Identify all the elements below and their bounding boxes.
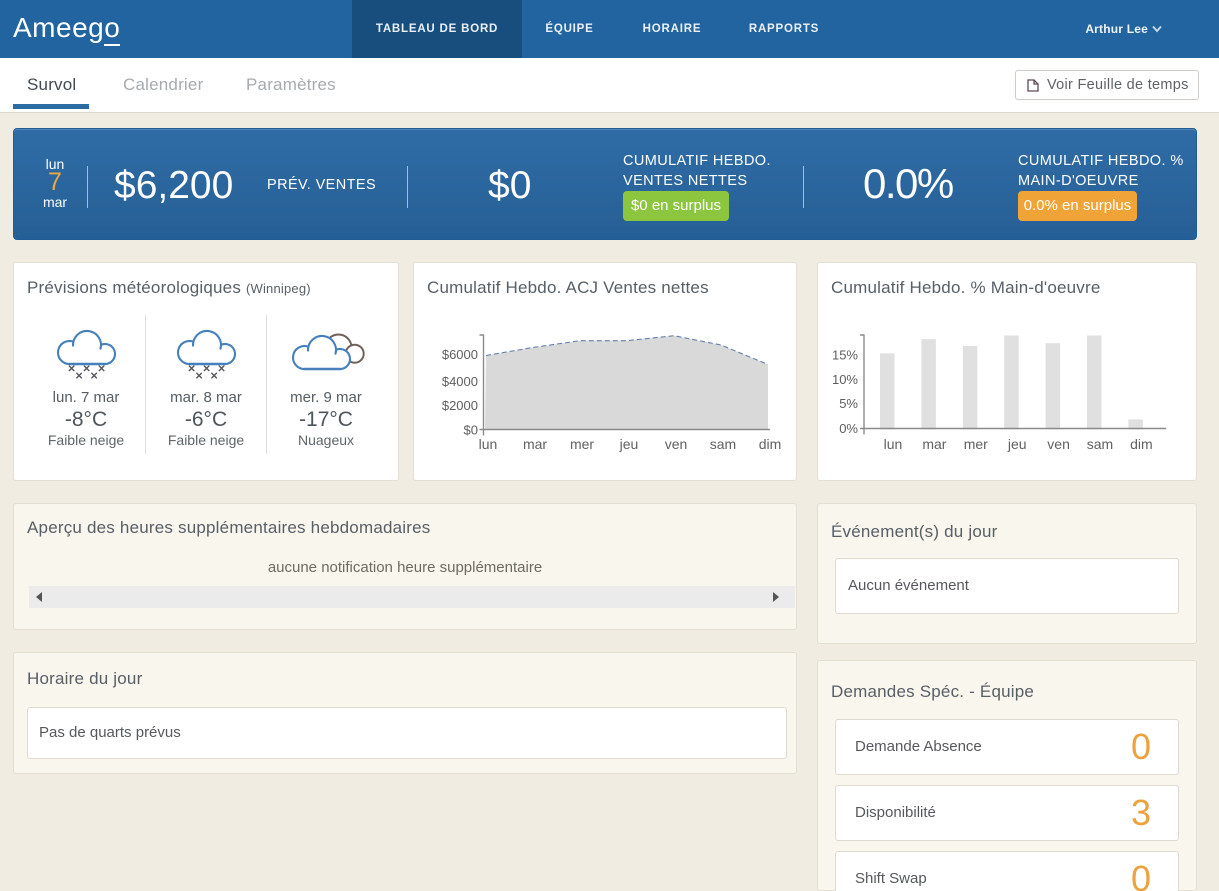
svg-text:sam: sam — [1087, 436, 1113, 452]
svg-text:mar: mar — [523, 436, 547, 452]
svg-text:15%: 15% — [832, 348, 858, 363]
svg-text:$0: $0 — [464, 423, 478, 438]
svg-text:mer: mer — [964, 436, 988, 452]
svg-text:sam: sam — [710, 436, 736, 452]
svg-text:$6000: $6000 — [442, 347, 478, 362]
svg-text:dim: dim — [759, 436, 782, 452]
svg-text:lun: lun — [884, 436, 903, 452]
svg-text:ven: ven — [1047, 436, 1070, 452]
svg-text:mar: mar — [922, 436, 946, 452]
svg-text:$2000: $2000 — [442, 398, 478, 413]
svg-text:10%: 10% — [832, 372, 858, 387]
svg-text:$4000: $4000 — [442, 374, 478, 389]
svg-text:jeu: jeu — [1007, 436, 1027, 452]
svg-text:jeu: jeu — [619, 436, 639, 452]
svg-text:lun: lun — [479, 436, 498, 452]
svg-text:dim: dim — [1130, 436, 1153, 452]
svg-text:5%: 5% — [839, 396, 858, 411]
svg-text:0%: 0% — [839, 421, 858, 436]
svg-text:ven: ven — [665, 436, 688, 452]
svg-text:mer: mer — [570, 436, 594, 452]
